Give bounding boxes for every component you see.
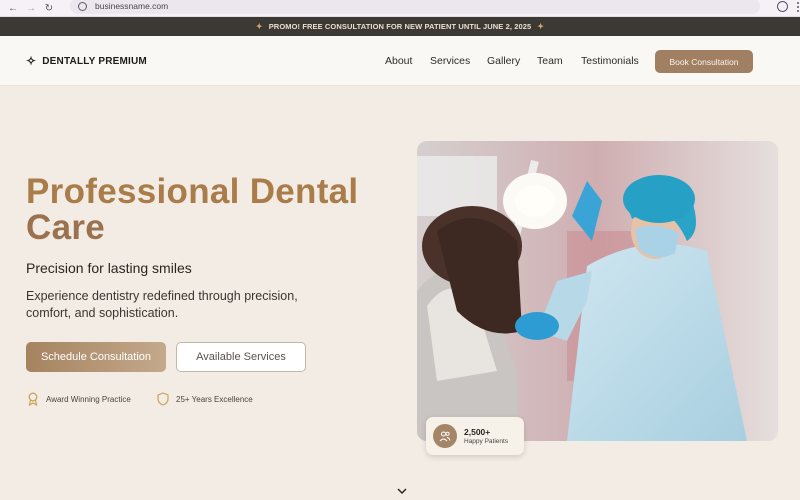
forward-arrow-icon[interactable]: →	[22, 0, 40, 17]
sparkle-icon: ✦	[255, 22, 263, 31]
nav-testimonials[interactable]: Testimonials	[581, 55, 639, 67]
sparkle-logo-icon: ✧	[26, 54, 37, 68]
award-icon	[26, 392, 40, 406]
nav-team[interactable]: Team	[537, 55, 563, 67]
hero-description: Experience dentistry redefined through p…	[26, 289, 298, 320]
available-services-button[interactable]: Available Services	[176, 342, 306, 372]
profile-icon[interactable]	[777, 1, 788, 12]
back-arrow-icon[interactable]: ←	[4, 0, 22, 17]
chevron-down-icon[interactable]	[396, 483, 408, 495]
address-bar[interactable]: businessname.com	[70, 0, 760, 14]
dentist-photo-illustration	[417, 141, 778, 441]
promo-text: PROMO! FREE CONSULTATION FOR NEW PATIENT…	[268, 22, 532, 31]
promo-banner: ✦ PROMO! FREE CONSULTATION FOR NEW PATIE…	[0, 17, 800, 36]
nav-gallery[interactable]: Gallery	[487, 55, 520, 67]
sparkle-icon: ✦	[537, 22, 545, 31]
site-header: ✧ DENTALLY PREMIUM About Services Galler…	[0, 36, 800, 86]
award-badge-label: Award Winning Practice	[46, 394, 131, 404]
hero-title-line2: Care	[26, 208, 106, 247]
browser-menu-icon[interactable]	[795, 0, 800, 14]
brand-name: DENTALLY PREMIUM	[42, 55, 147, 67]
hero-title: Professional Dental Care	[26, 174, 396, 246]
schedule-consultation-button[interactable]: Schedule Consultation	[26, 342, 166, 372]
hero-title-line1: Professional Dental	[26, 172, 359, 211]
dentist-photo	[417, 141, 778, 441]
award-badge: Award Winning Practice	[26, 392, 131, 406]
experience-badge: 25+ Years Excellence	[156, 392, 253, 406]
stat-label: Happy Patients	[464, 438, 509, 445]
hero-tagline: Precision for lasting smiles	[26, 260, 192, 276]
browser-toolbar: ← → ↻ businessname.com	[0, 0, 800, 17]
brand-logo[interactable]: ✧ DENTALLY PREMIUM	[26, 54, 147, 68]
url-text: businessname.com	[95, 1, 169, 11]
nav-about[interactable]: About	[385, 55, 412, 67]
happy-patients-card: 2,500+ Happy Patients	[426, 417, 524, 455]
reload-icon[interactable]: ↻	[40, 0, 58, 17]
users-icon	[433, 424, 457, 448]
experience-badge-label: 25+ Years Excellence	[176, 394, 253, 404]
book-consultation-button[interactable]: Book Consultation	[655, 50, 753, 73]
site-info-icon[interactable]	[78, 1, 87, 11]
stat-value: 2,500+	[464, 427, 491, 437]
nav-services[interactable]: Services	[430, 55, 470, 67]
shield-icon	[156, 392, 170, 406]
